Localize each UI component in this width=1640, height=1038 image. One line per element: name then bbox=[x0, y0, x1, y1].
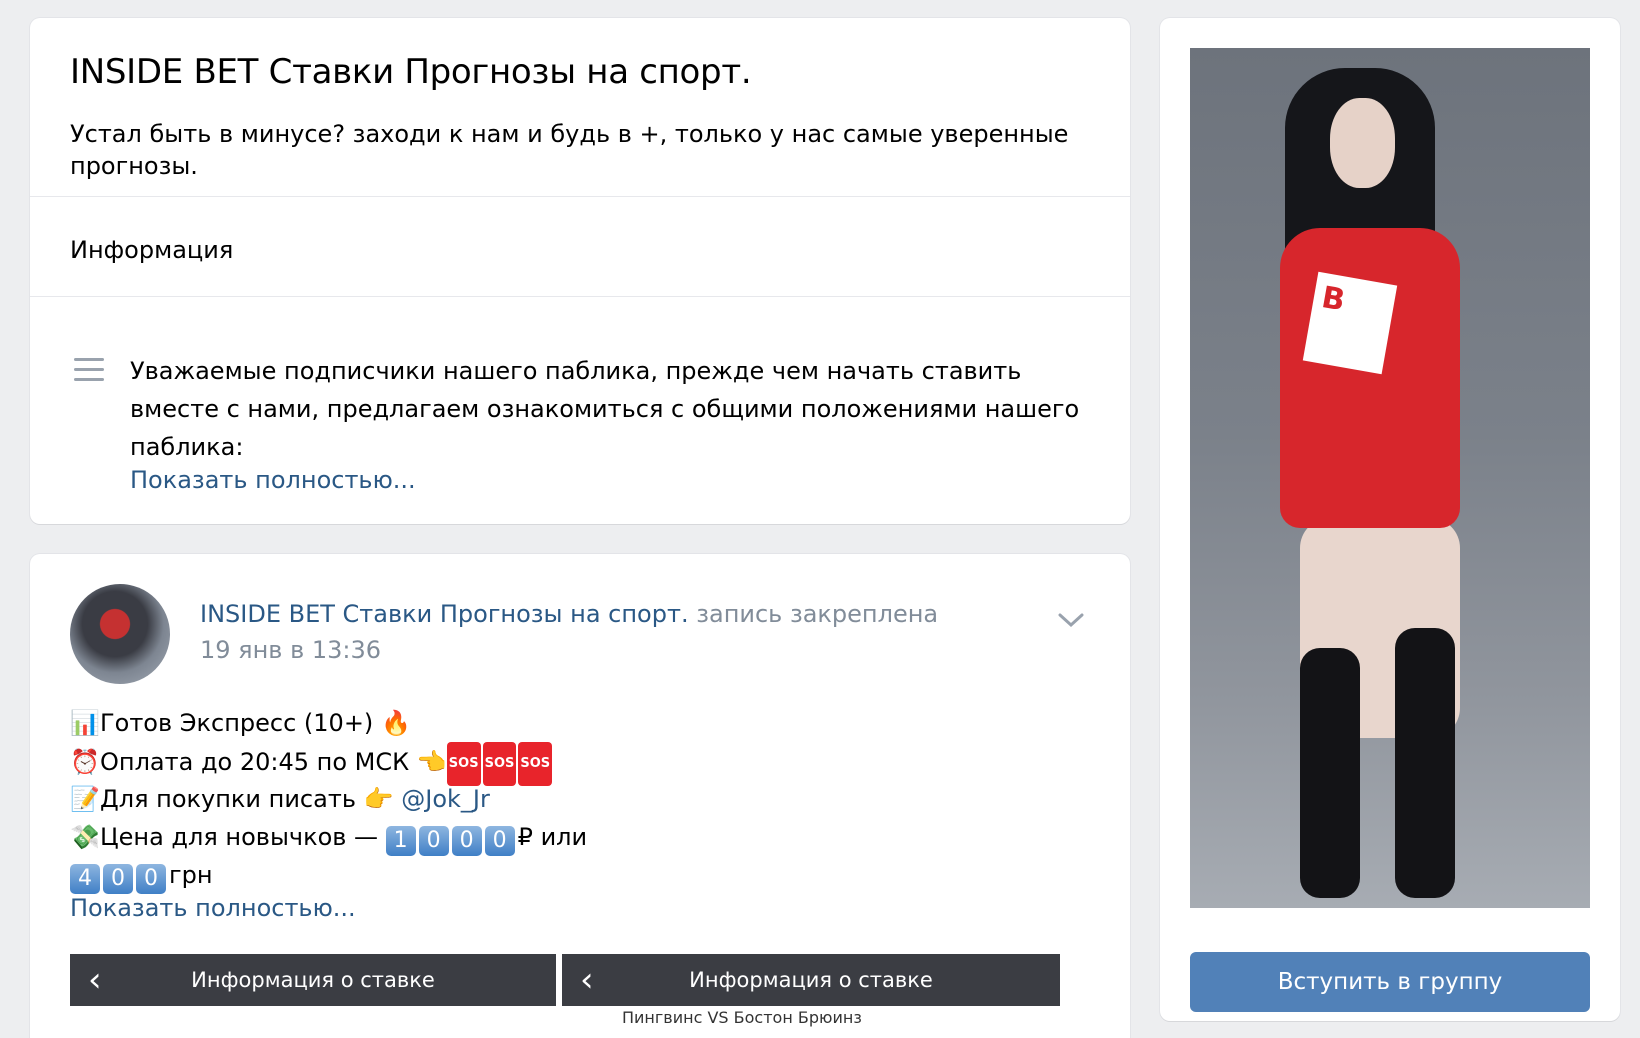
post-author-line: INSIDE BET Ставки Прогнозы на спорт. зап… bbox=[200, 600, 938, 628]
post-attachments: ‹ Информация о ставке ‹ Информация о ставк… bbox=[70, 954, 1090, 1038]
group-title: INSIDE BET Ставки Прогнозы на спорт. bbox=[70, 52, 752, 92]
keycap-digit: 0 bbox=[451, 826, 482, 856]
group-info-card: INSIDE BET Ставки Прогнозы на спорт. Уст… bbox=[30, 18, 1130, 524]
memo-icon: 📝 bbox=[70, 785, 100, 813]
keycap-digit: 0 bbox=[103, 864, 133, 894]
contact-link[interactable]: @Jok_Jr bbox=[401, 785, 490, 813]
keycap-digit: 1 bbox=[385, 826, 416, 856]
post-date[interactable]: 19 янв в 13:36 bbox=[200, 636, 381, 664]
divider bbox=[30, 296, 1130, 297]
post-line: ⏰Оплата до 20:45 по МСК 👈 SOS SOS SOS bbox=[70, 742, 587, 786]
post-show-more-link[interactable]: Показать полностью... bbox=[70, 894, 356, 922]
attachment-image[interactable]: ‹ Информация о ставке bbox=[70, 954, 556, 1038]
back-icon: ‹ bbox=[580, 960, 594, 1000]
point-left-icon: 👈 bbox=[416, 748, 447, 776]
post-line-text: Для покупки писать bbox=[100, 785, 356, 813]
pinned-note: запись закреплена bbox=[696, 600, 939, 628]
attachment-image[interactable]: ‹ Информация о ставке Пингвинс VS Бостон … bbox=[562, 954, 1060, 1038]
attachment-title: Информация о ставке bbox=[689, 968, 933, 992]
chevron-down-icon[interactable] bbox=[1058, 612, 1084, 628]
join-group-button[interactable]: Вступить в группу bbox=[1190, 952, 1590, 1012]
photo-figure bbox=[1280, 228, 1460, 528]
keycap-digit: 0 bbox=[484, 826, 515, 856]
keycap-digit: 0 bbox=[136, 864, 166, 894]
divider bbox=[30, 196, 1130, 197]
group-description: Уважаемые подписчики нашего паблика, пре… bbox=[130, 357, 1080, 461]
attachment-subtitle: Пингвинс VS Бостон Брюинз bbox=[622, 1008, 862, 1027]
photo-figure bbox=[1395, 628, 1455, 898]
price-suffix: грн bbox=[169, 861, 213, 889]
pinned-post: INSIDE BET Ставки Прогнозы на спорт. зап… bbox=[30, 554, 1130, 1038]
post-line-text: Цена для новычков — bbox=[100, 823, 379, 851]
show-more-link[interactable]: Показать полностью... bbox=[130, 466, 416, 494]
back-icon: ‹ bbox=[88, 960, 102, 1000]
post-line-text: Оплата до 20:45 по МСК bbox=[100, 748, 410, 776]
post-author-link[interactable]: INSIDE BET Ставки Прогнозы на спорт. bbox=[200, 600, 689, 628]
group-cover-card: B Вступить в группу bbox=[1160, 18, 1620, 1021]
post-line-text: Готов Экспресс (10+) bbox=[100, 709, 374, 737]
point-right-icon: 👉 bbox=[363, 785, 394, 813]
post-line: 💸Цена для новычков — 1 0 0 0 ₽ или bbox=[70, 818, 587, 856]
alarm-clock-icon: ⏰ bbox=[70, 748, 100, 776]
keycap-digit: 4 bbox=[70, 864, 100, 894]
attachment-title: Информация о ставке bbox=[191, 968, 435, 992]
group-photo[interactable]: B bbox=[1190, 48, 1590, 908]
price-suffix: ₽ или bbox=[517, 823, 588, 851]
post-line: 📊Готов Экспресс (10+) 🔥 bbox=[70, 704, 587, 742]
post-text: 📊Готов Экспресс (10+) 🔥 ⏰Оплата до 20:45… bbox=[70, 704, 587, 894]
chart-icon: 📊 bbox=[70, 709, 100, 737]
sos-icon: SOS bbox=[518, 742, 553, 786]
money-wings-icon: 💸 bbox=[70, 823, 100, 851]
photo-figure bbox=[1300, 648, 1360, 898]
description-icon bbox=[74, 358, 104, 382]
post-line: 4 0 0 грн bbox=[70, 856, 587, 894]
group-status: Устал быть в минусе? заходи к нам и будь… bbox=[70, 120, 1069, 180]
info-heading[interactable]: Информация bbox=[70, 236, 233, 264]
keycap-digit: 0 bbox=[418, 826, 449, 856]
photo-figure bbox=[1330, 98, 1395, 188]
brand-logo: B bbox=[1302, 271, 1398, 375]
avatar[interactable] bbox=[70, 584, 170, 684]
fire-icon: 🔥 bbox=[380, 709, 411, 737]
